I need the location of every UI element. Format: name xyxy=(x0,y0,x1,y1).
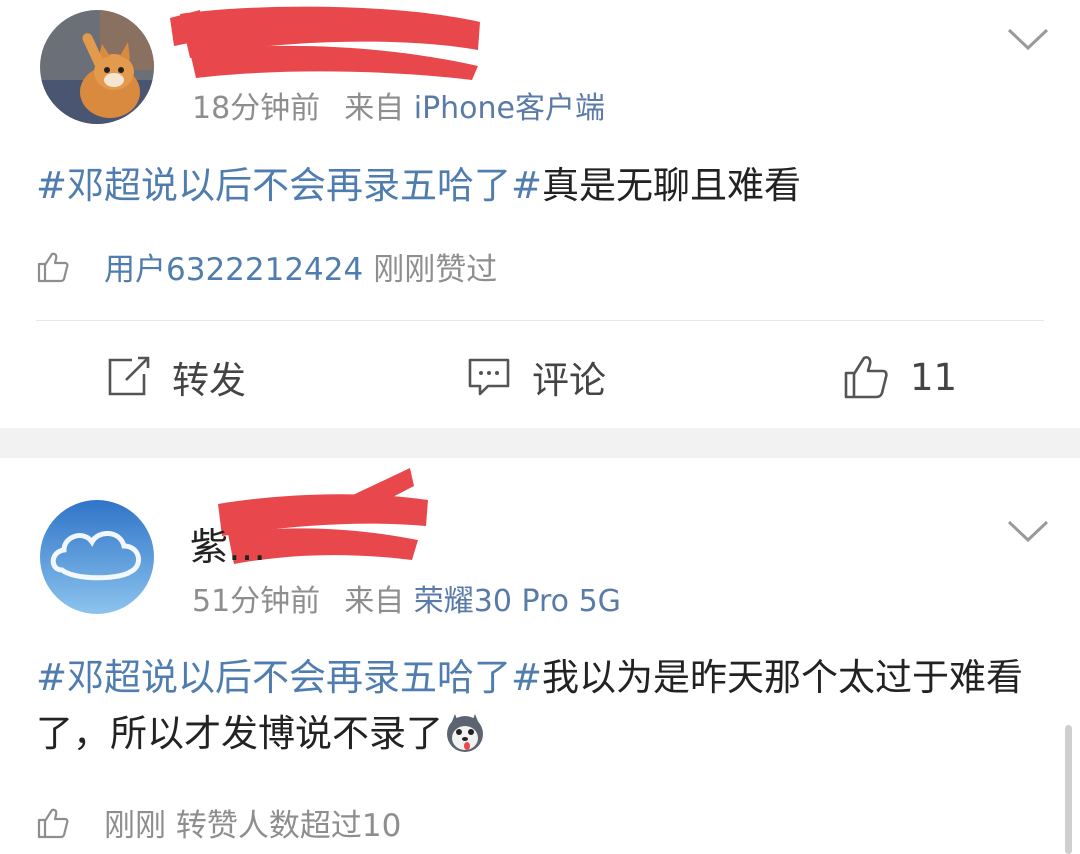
comment-button[interactable]: 评论 xyxy=(466,352,606,402)
like-button[interactable]: 11 xyxy=(842,352,957,402)
post-time: 18分钟前 xyxy=(192,91,321,126)
repost-button[interactable]: 转发 xyxy=(106,352,246,402)
husky-emoji xyxy=(447,714,483,752)
liked-by-row: 刚刚 转赞人数超过10 xyxy=(36,800,401,845)
weibo-post-1: 18分钟前 来自 iPhone客户端 #邓超说以后不会再录五哈了#真是无聊且难看 … xyxy=(0,0,1080,428)
avatar-cloud[interactable] xyxy=(40,500,154,614)
liked-note: 刚刚赞过 xyxy=(373,252,498,288)
liked-by-row: 用户6322212424 刚刚赞过 xyxy=(36,244,497,289)
post-meta: 18分钟前 来自 iPhone客户端 xyxy=(192,83,605,127)
comment-icon xyxy=(468,358,510,396)
chevron-down-icon[interactable] xyxy=(1006,26,1050,52)
thumbs-up-icon xyxy=(37,252,69,282)
chevron-down-icon[interactable] xyxy=(1006,518,1050,544)
hashtag-link[interactable]: #邓超说以后不会再录五哈了# xyxy=(36,656,542,699)
username-fragment: 紫… xyxy=(190,525,266,569)
divider xyxy=(36,320,1044,321)
name-redaction: 紫… xyxy=(190,468,428,569)
post-body: 真是无聊且难看 xyxy=(542,164,802,207)
post-separator xyxy=(0,428,1080,458)
cat-photo-icon xyxy=(40,10,154,124)
from-label: 来自 xyxy=(344,91,405,126)
scrollbar[interactable] xyxy=(1065,725,1072,854)
share-icon xyxy=(108,356,150,396)
name-redaction xyxy=(170,6,480,80)
weibo-post-2: 紫… 51分钟前 来自 荣耀30 Pro 5G #邓超说以后不会再录五哈了#我以为… xyxy=(0,458,1080,854)
thumbs-up-icon xyxy=(844,356,888,399)
like-count: 11 xyxy=(910,355,958,399)
post-text: #邓超说以后不会再录五哈了#我以为是昨天那个太过于难看了，所以才发博说不录了 xyxy=(36,650,1044,762)
avatar-cat[interactable] xyxy=(40,10,154,124)
liked-note: 刚刚 转赞人数超过10 xyxy=(104,808,402,844)
post-source[interactable]: 荣耀30 Pro 5G xyxy=(414,584,621,619)
comment-label: 评论 xyxy=(532,359,606,402)
cloud-sky-icon xyxy=(40,500,154,614)
post-source[interactable]: iPhone客户端 xyxy=(414,91,605,126)
liked-user-link[interactable]: 用户6322212424 xyxy=(104,244,363,289)
post-time: 51分钟前 xyxy=(192,584,321,619)
post-meta: 51分钟前 来自 荣耀30 Pro 5G xyxy=(192,576,621,620)
thumbs-up-icon xyxy=(37,808,69,838)
repost-label: 转发 xyxy=(172,359,246,402)
post-text: #邓超说以后不会再录五哈了#真是无聊且难看 xyxy=(36,158,1044,214)
hashtag-link[interactable]: #邓超说以后不会再录五哈了# xyxy=(36,164,542,207)
from-label: 来自 xyxy=(344,584,405,619)
